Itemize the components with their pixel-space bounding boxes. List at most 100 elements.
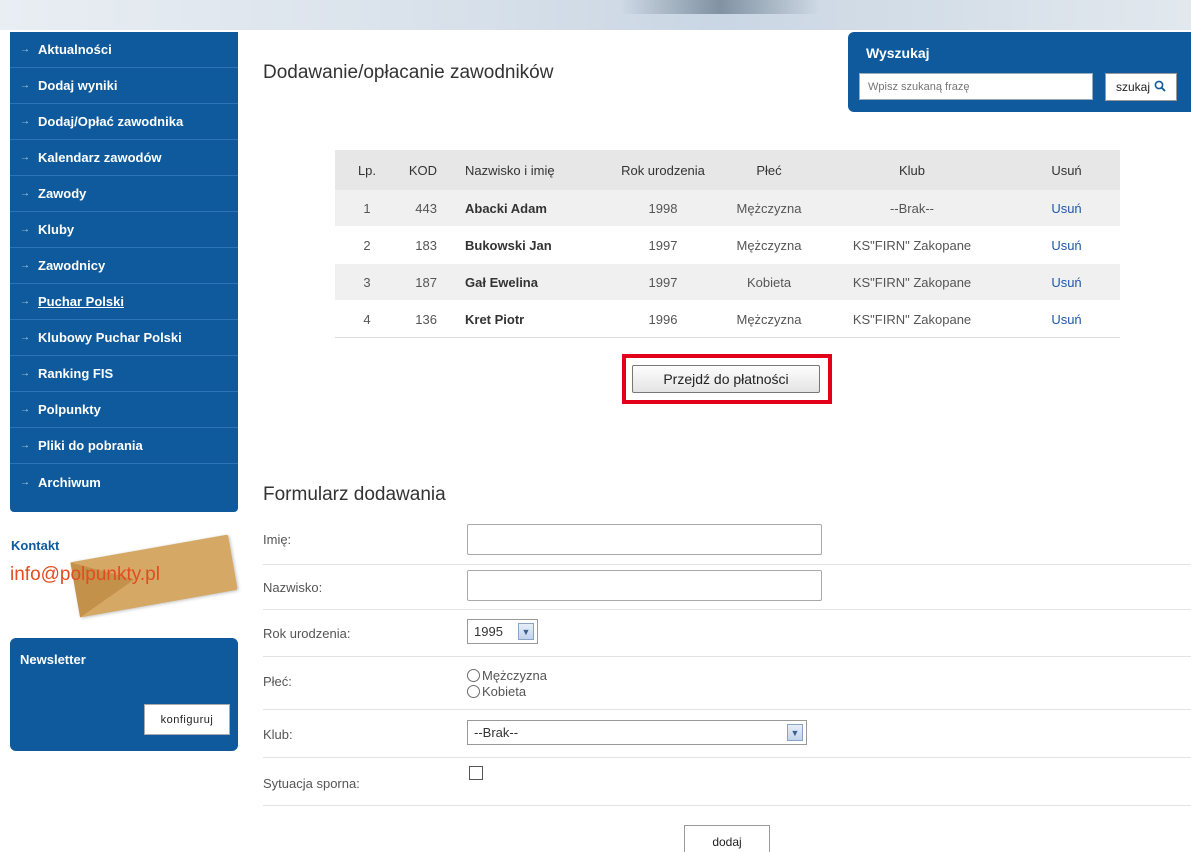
cell-lp: 3 bbox=[363, 274, 371, 290]
search-title: Wyszukaj bbox=[866, 45, 930, 61]
birth-year-value: 1995 bbox=[474, 624, 503, 639]
sidebar-item-puchar-polski[interactable]: → Puchar Polski bbox=[10, 284, 238, 320]
club-select[interactable]: --Brak-- ▼ bbox=[467, 720, 807, 745]
search-input[interactable] bbox=[859, 73, 1093, 100]
table-row: 1 443 Abacki Adam 1998 Mężczyzna --Brak-… bbox=[335, 190, 1120, 227]
first-name-label: Imię: bbox=[263, 532, 292, 547]
form-row-sex: Płeć: bbox=[263, 657, 1191, 710]
arrow-icon: → bbox=[20, 404, 30, 415]
sidebar-item-label: Kalendarz zawodów bbox=[38, 150, 162, 165]
cell-club: --Brak-- bbox=[889, 200, 935, 216]
header-name: Nazwisko i imię bbox=[465, 162, 555, 178]
arrow-icon: → bbox=[20, 224, 30, 235]
radio-male[interactable] bbox=[467, 669, 480, 682]
cell-kod: 187 bbox=[415, 274, 437, 290]
form-row-dispute: Sytuacja sporna: bbox=[263, 758, 1191, 806]
chevron-down-icon: ▼ bbox=[787, 724, 803, 741]
remove-link[interactable]: Usuń bbox=[1013, 201, 1120, 216]
table-row: 3 187 Gał Ewelina 1997 Kobieta KS"FIRN" … bbox=[335, 264, 1120, 301]
chevron-down-icon: ▼ bbox=[518, 623, 534, 640]
sidebar-item-label: Ranking FIS bbox=[38, 366, 114, 381]
cell-club: KS"FIRN" Zakopane bbox=[852, 311, 972, 327]
first-name-input[interactable] bbox=[467, 524, 822, 555]
cell-name: Bukowski Jan bbox=[465, 237, 552, 253]
cell-kod: 136 bbox=[415, 311, 437, 327]
sidebar-item-archiwum[interactable]: → Archiwum bbox=[10, 464, 238, 500]
sidebar-item-aktualnosci[interactable]: → Aktualności bbox=[10, 32, 238, 68]
sidebar-item-dodaj-wyniki[interactable]: → Dodaj wyniki bbox=[10, 68, 238, 104]
sidebar-item-polpunkty[interactable]: → Polpunkty bbox=[10, 392, 238, 428]
sidebar-item-label: Puchar Polski bbox=[38, 294, 124, 309]
sidebar-item-dodaj-oplac-zawodnika[interactable]: → Dodaj/Opłać zawodnika bbox=[10, 104, 238, 140]
form-row-last-name: Nazwisko: bbox=[263, 565, 1191, 610]
arrow-icon: → bbox=[20, 260, 30, 271]
sidebar-item-label: Klubowy Puchar Polski bbox=[38, 330, 182, 345]
sidebar-item-kalendarz-zawodow[interactable]: → Kalendarz zawodów bbox=[10, 140, 238, 176]
remove-link[interactable]: Usuń bbox=[1013, 238, 1120, 253]
sex-label: Płeć: bbox=[263, 674, 292, 689]
add-button[interactable]: dodaj bbox=[684, 825, 770, 852]
sidebar-item-label: Aktualności bbox=[38, 42, 112, 57]
remove-link[interactable]: Usuń bbox=[1013, 312, 1120, 327]
newsletter-configure-button[interactable]: konfiguruj bbox=[144, 704, 230, 735]
proceed-to-payment-button[interactable]: Przejdź do płatności bbox=[632, 365, 820, 393]
arrow-icon: → bbox=[20, 152, 30, 163]
sidebar-nav: → Aktualności → Dodaj wyniki → Dodaj/Opłać … bbox=[10, 32, 238, 512]
sidebar-item-pliki-do-pobrania[interactable]: → Pliki do pobrania bbox=[10, 428, 238, 464]
cell-lp: 4 bbox=[363, 311, 371, 327]
players-table: Lp. KOD Nazwisko i imię Rok urodzenia Pł… bbox=[335, 150, 1120, 338]
cell-sex: Mężczyzna bbox=[736, 200, 802, 216]
form-row-first-name: Imię: bbox=[263, 518, 1191, 565]
sidebar-item-label: Dodaj wyniki bbox=[38, 78, 118, 93]
cell-lp: 1 bbox=[363, 200, 371, 216]
radio-female[interactable] bbox=[467, 685, 480, 698]
sex-option-female-label: Kobieta bbox=[482, 684, 527, 699]
cell-name: Abacki Adam bbox=[465, 200, 547, 216]
cell-kod: 183 bbox=[415, 237, 437, 253]
sidebar-item-zawody[interactable]: → Zawody bbox=[10, 176, 238, 212]
header-remove: Usuń bbox=[1051, 162, 1082, 178]
cell-year: 1998 bbox=[648, 200, 678, 216]
table-header: Lp. KOD Nazwisko i imię Rok urodzenia Pł… bbox=[335, 150, 1120, 190]
cell-kod: 443 bbox=[415, 200, 437, 216]
contact-title: Kontakt bbox=[11, 538, 60, 553]
birth-year-select[interactable]: 1995 ▼ bbox=[467, 619, 538, 644]
sidebar-item-zawodnicy[interactable]: → Zawodnicy bbox=[10, 248, 238, 284]
arrow-icon: → bbox=[20, 296, 30, 307]
search-button-label: szukaj bbox=[1115, 80, 1150, 94]
sidebar-item-label: Pliki do pobrania bbox=[38, 438, 143, 453]
cell-club: KS"FIRN" Zakopane bbox=[852, 237, 972, 253]
sex-option-female[interactable]: Kobieta bbox=[467, 684, 526, 699]
top-banner bbox=[0, 0, 1191, 30]
sidebar-item-kluby[interactable]: → Kluby bbox=[10, 212, 238, 248]
page-title: Dodawanie/opłacanie zawodników bbox=[263, 62, 554, 83]
sex-option-male[interactable]: Mężczyzna bbox=[467, 668, 547, 683]
arrow-icon: → bbox=[20, 188, 30, 199]
sidebar-item-label: Kluby bbox=[38, 222, 75, 237]
arrow-icon: → bbox=[20, 440, 30, 451]
arrow-icon: → bbox=[20, 476, 30, 488]
remove-link[interactable]: Usuń bbox=[1013, 275, 1120, 290]
dispute-label: Sytuacja sporna: bbox=[263, 776, 360, 791]
sidebar-item-label: Zawody bbox=[38, 186, 87, 201]
table-row: 4 136 Kret Piotr 1996 Mężczyzna KS"FIRN"… bbox=[335, 301, 1120, 338]
cell-year: 1997 bbox=[648, 274, 678, 290]
arrow-icon: → bbox=[20, 80, 30, 91]
cell-name: Gał Ewelina bbox=[465, 274, 538, 290]
newsletter-panel: Newsletter konfiguruj bbox=[10, 638, 238, 751]
cell-name: Kret Piotr bbox=[465, 311, 525, 327]
header-sex: Płeć bbox=[756, 162, 782, 178]
form-title: Formularz dodawania bbox=[263, 484, 446, 505]
sex-option-male-label: Mężczyzna bbox=[482, 668, 548, 683]
search-button[interactable]: szukaj bbox=[1105, 73, 1177, 101]
contact-email-link[interactable]: info@polpunkty.pl bbox=[10, 564, 160, 586]
header-lp: Lp. bbox=[357, 162, 377, 178]
sidebar-item-ranking-fis[interactable]: → Ranking FIS bbox=[10, 356, 238, 392]
cell-sex: Kobieta bbox=[746, 274, 792, 290]
sidebar-item-klubowy-puchar-polski[interactable]: → Klubowy Puchar Polski bbox=[10, 320, 238, 356]
sidebar-item-label: Zawodnicy bbox=[38, 258, 106, 273]
header-kod: KOD bbox=[408, 162, 437, 178]
last-name-input[interactable] bbox=[467, 570, 822, 601]
form-row-birth-year: Rok urodzenia: bbox=[263, 610, 1191, 657]
dispute-checkbox[interactable] bbox=[469, 766, 483, 780]
